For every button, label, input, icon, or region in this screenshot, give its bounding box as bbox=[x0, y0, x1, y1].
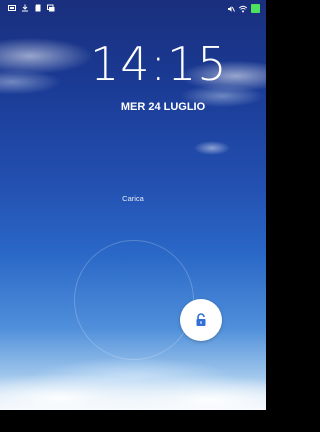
battery-icon bbox=[251, 4, 260, 13]
lock-clock: 14:15 bbox=[90, 37, 228, 91]
lock-date: MER 24 LUGLIO bbox=[120, 101, 206, 113]
status-bar bbox=[0, 0, 266, 18]
screenshot-icon bbox=[8, 5, 16, 11]
notification-icons bbox=[8, 4, 55, 12]
download-icon bbox=[22, 4, 28, 12]
mute-icon bbox=[228, 5, 235, 12]
gallery-icon bbox=[47, 4, 55, 12]
system-icons bbox=[227, 4, 260, 13]
lock-screen: 14:15 MER 24 LUGLIO Carica bbox=[0, 0, 266, 432]
unlock-button[interactable] bbox=[180, 299, 222, 341]
unlock-ring bbox=[74, 240, 194, 360]
unlock-icon bbox=[196, 313, 206, 326]
sd-card-icon bbox=[35, 4, 41, 12]
navigation-bar bbox=[0, 410, 266, 432]
charging-status: Carica bbox=[122, 194, 144, 203]
wifi-icon bbox=[239, 5, 247, 12]
